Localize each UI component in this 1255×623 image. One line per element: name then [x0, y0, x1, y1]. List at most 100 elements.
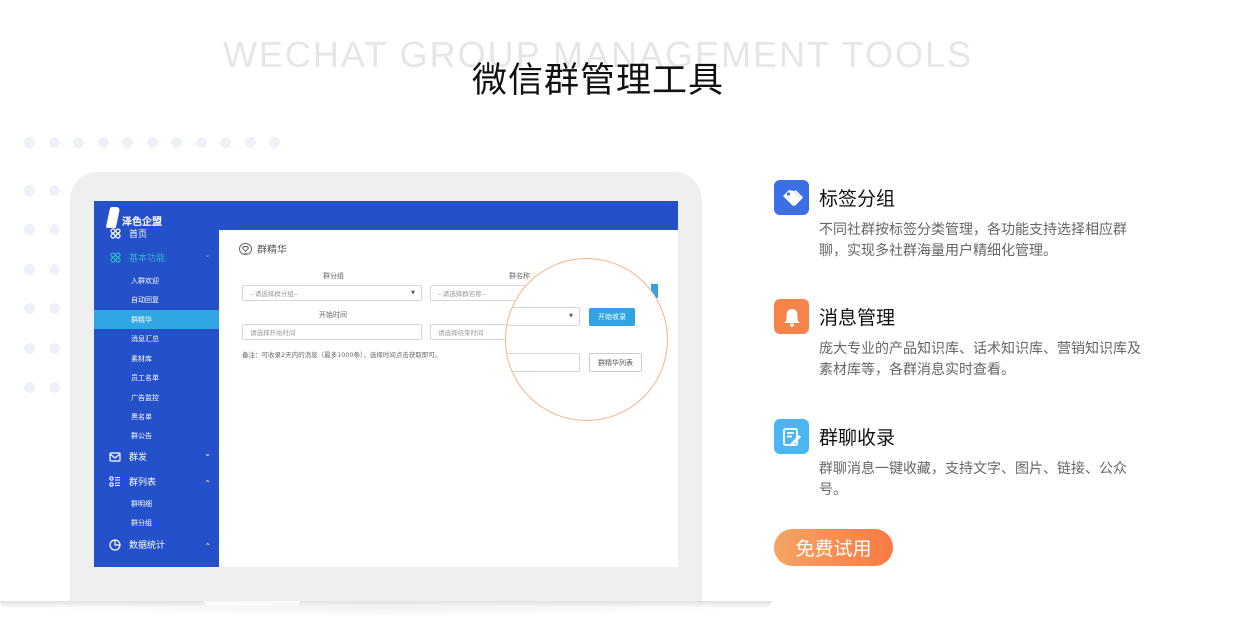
magnified-select[interactable]: ▼: [506, 307, 580, 326]
decorative-dot: [24, 264, 35, 275]
chevron-up-icon: ⌃: [204, 542, 211, 551]
start-time-label: 开始时间: [319, 311, 347, 319]
start-time-placeholder: 请选择开始时间: [250, 329, 296, 337]
decorative-dot: [220, 137, 231, 148]
chevron-down-icon: ⌄: [204, 250, 211, 259]
sidebar-item-11[interactable]: 群发 ⌄: [94, 447, 219, 466]
group-select-placeholder: --请选择群分组--: [250, 290, 299, 298]
name-label: 群名称: [509, 272, 530, 280]
pie-icon: [109, 538, 121, 551]
magnified-name-label: 群名称: [506, 267, 509, 277]
sidebar-item-label: 数据统计: [129, 541, 166, 551]
essence-list-button[interactable]: 群精华列表: [589, 353, 642, 372]
mail-icon: [109, 451, 121, 463]
decorative-dot: [24, 343, 35, 354]
sidebar-item-label: 员工名单: [131, 373, 159, 382]
diamond-icon: [239, 242, 252, 255]
group-label: 群分组: [323, 272, 344, 280]
decorative-dot: [146, 137, 158, 148]
magnifier-callout: 群名称 ▼ 开始收录 群精华列表: [505, 258, 668, 421]
feature-2: 群聊收录群聊消息一键收藏，支持文字、图片、链接、公众号。: [774, 419, 1154, 519]
chevron-up-icon: ⌃: [204, 479, 211, 488]
laptop-shadow: [10, 607, 760, 617]
tag-icon: [774, 180, 809, 215]
grid-icon: [109, 228, 121, 240]
sidebar-item-1[interactable]: 基本功能 ⌄: [94, 248, 219, 267]
sidebar-item-13[interactable]: 群明细: [94, 494, 219, 513]
laptop-notch: [204, 601, 300, 606]
decorative-dot: [24, 137, 35, 148]
form-note: 备注：可收录2天内的消息（最多1000条），选择时间点击获取即可。: [242, 351, 442, 359]
free-trial-button[interactable]: 免费试用: [774, 529, 893, 566]
sidebar-item-label: 群公告: [131, 431, 152, 440]
sidebar-item-label: 素材库: [131, 354, 152, 363]
decorative-dot: [171, 137, 182, 148]
decorative-dot: [73, 137, 84, 148]
sidebar-item-label: 入群欢迎: [131, 276, 159, 285]
sidebar-item-7[interactable]: 员工名单: [94, 368, 219, 387]
feature-0: 标签分组不同社群按标签分类管理，各功能支持选择相应群聊，实现多社群海量用户精细化…: [774, 180, 1154, 280]
decorative-dot: [48, 343, 60, 354]
sidebar-item-label: 首页: [129, 230, 148, 240]
decorative-dot: [244, 137, 256, 148]
app-sidebar: 泽色企盟 首页 基本功能 ⌄ 入群欢迎 自动回复 群精华 消息汇总 素材库 员工名单 广告监控 黑名…: [94, 201, 219, 567]
caret-down-icon: ▼: [411, 290, 415, 296]
decorative-dot: [269, 137, 280, 148]
sidebar-item-8[interactable]: 广告监控: [94, 388, 219, 407]
feature-description: 庞大专业的产品知识库、话术知识库、营销知识库及素材库等，各群消息实时查看。: [819, 341, 1141, 378]
sidebar-item-5[interactable]: 消息汇总: [94, 329, 219, 348]
list-icon: [109, 476, 121, 488]
sidebar-item-9[interactable]: 黑名单: [94, 407, 219, 426]
decorative-dot: [195, 137, 207, 148]
feature-1: 消息管理庞大专业的产品知识库、话术知识库、营销知识库及素材库等，各群消息实时查看…: [774, 299, 1154, 399]
feature-title: 消息管理: [819, 307, 896, 329]
content-title: 群精华: [257, 245, 287, 256]
sidebar-item-label: 群列表: [129, 478, 157, 488]
caret-down-icon: ▼: [569, 313, 573, 319]
decorative-dot: [24, 382, 35, 393]
decorative-dot: [48, 224, 60, 235]
sidebar-item-label: 群发: [129, 453, 148, 463]
decorative-dot: [24, 224, 35, 235]
sidebar-item-3[interactable]: 自动回复: [94, 290, 219, 309]
bell-icon: [774, 299, 809, 334]
sidebar-item-label: 消息汇总: [131, 334, 159, 343]
sidebar-item-15[interactable]: 数据统计 ⌃: [94, 535, 219, 554]
name-select-placeholder: --请选择群名称--: [438, 290, 487, 298]
feature-title: 群聊收录: [819, 427, 896, 449]
decorative-dot: [48, 303, 60, 314]
page-title: 微信群管理工具: [471, 61, 724, 101]
sidebar-item-label: 群分组: [131, 518, 152, 527]
end-time-placeholder: 请选择结束时间: [438, 329, 484, 337]
sidebar-item-label: 群明细: [131, 499, 152, 508]
sidebar-item-12[interactable]: 群列表 ⌃: [94, 472, 219, 491]
content-header: 群精华: [239, 241, 287, 256]
magnified-input[interactable]: [506, 353, 580, 372]
sidebar-item-10[interactable]: 群公告: [94, 426, 219, 445]
decorative-dot: [24, 303, 35, 314]
feature-description: 群聊消息一键收藏，支持文字、图片、链接、公众号。: [819, 461, 1127, 498]
decorative-dot: [48, 264, 60, 275]
decorative-dot: [122, 137, 133, 148]
edit-note-icon: [774, 419, 809, 454]
start-time-input[interactable]: 请选择开始时间: [242, 324, 422, 340]
sidebar-item-0[interactable]: 首页: [94, 224, 219, 243]
sidebar-item-label: 黑名单: [131, 412, 152, 421]
chevron-down-icon: ⌄: [204, 449, 211, 458]
sidebar-item-label: 群精华: [131, 315, 152, 324]
sidebar-item-14[interactable]: 群分组: [94, 513, 219, 532]
decorative-dot: [48, 185, 60, 196]
decorative-dot: [48, 137, 60, 148]
feature-description: 不同社群按标签分类管理，各功能支持选择相应群聊，实现多社群海量用户精细化管理。: [819, 222, 1127, 259]
decorative-dot: [24, 185, 35, 196]
group-select[interactable]: --请选择群分组-- ▼: [242, 285, 422, 301]
start-collect-button[interactable]: 开始收录: [589, 308, 635, 326]
sidebar-item-4[interactable]: 群精华: [94, 310, 219, 329]
sidebar-item-6[interactable]: 素材库: [94, 349, 219, 368]
grid-icon: [109, 252, 121, 264]
sidebar-item-2[interactable]: 入群欢迎: [94, 271, 219, 290]
feature-title: 标签分组: [819, 188, 896, 210]
decorative-dot: [97, 137, 109, 148]
decorative-dot: [48, 382, 60, 393]
sidebar-item-label: 广告监控: [131, 393, 159, 402]
